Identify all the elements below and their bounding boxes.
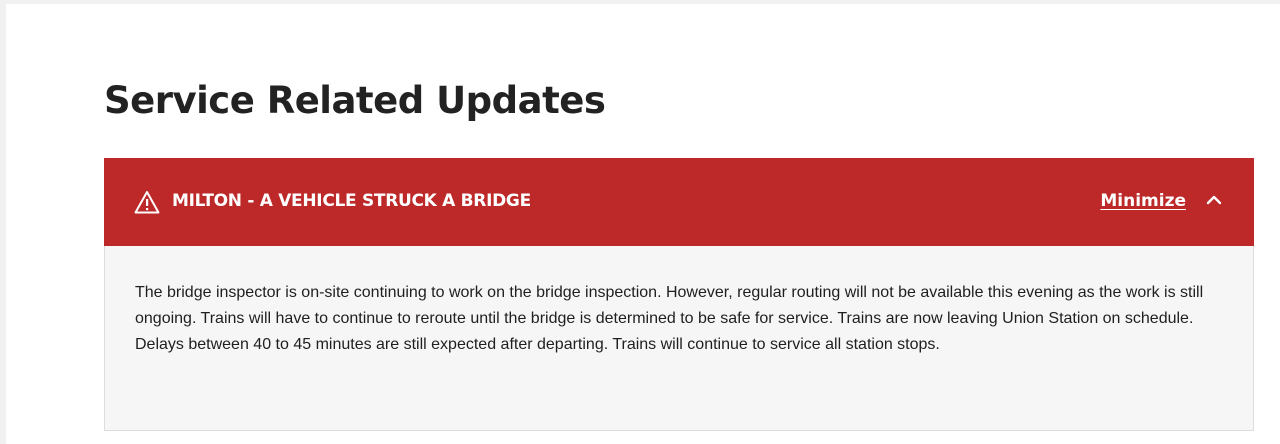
chevron-up-icon[interactable]: [1206, 194, 1222, 206]
page-title: Service Related Updates: [104, 79, 606, 122]
warning-triangle-icon: [134, 191, 160, 214]
service-alert: MILTON - A VEHICLE STRUCK A BRIDGE Minim…: [104, 158, 1254, 431]
page-content: Service Related Updates MILTON - A VEHIC…: [6, 4, 1280, 444]
alert-message: The bridge inspector is on-site continui…: [135, 284, 1204, 353]
alert-title: MILTON - A VEHICLE STRUCK A BRIDGE: [172, 191, 531, 211]
alert-header[interactable]: MILTON - A VEHICLE STRUCK A BRIDGE Minim…: [104, 158, 1254, 246]
minimize-link[interactable]: Minimize: [1100, 190, 1186, 212]
